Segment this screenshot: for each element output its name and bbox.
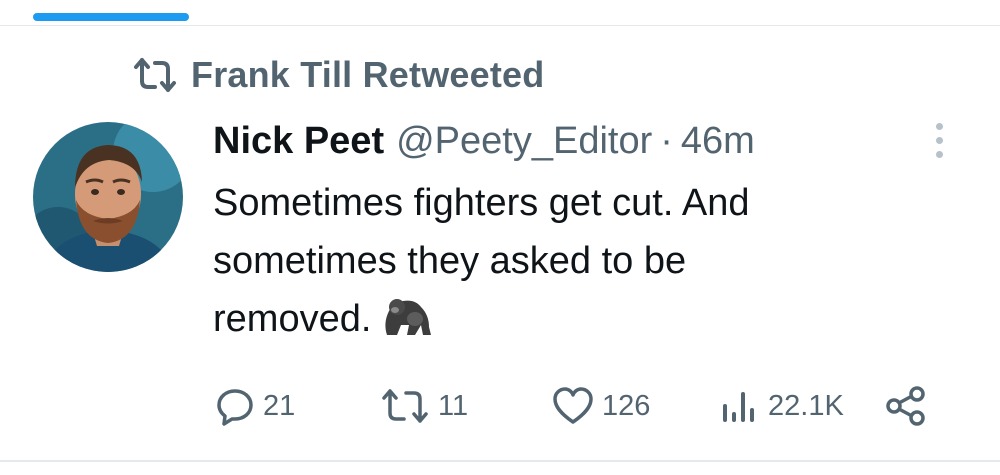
- like-icon: [553, 387, 593, 424]
- display-name[interactable]: Nick Peet: [213, 116, 384, 166]
- tweet-text: Sometimes fighters get cut. And sometime…: [213, 174, 913, 348]
- retweet-count: 11: [438, 389, 469, 422]
- tweet-text-line-3: removed.: [213, 298, 372, 340]
- more-icon[interactable]: [930, 123, 950, 159]
- retweet-icon: [382, 389, 428, 423]
- tweet-header: Nick Peet @Peety_Editor · 46m: [213, 116, 755, 166]
- views-count: 22.1K: [768, 389, 844, 422]
- tweet-text-line: removed.: [213, 290, 913, 348]
- share-button[interactable]: [884, 386, 928, 426]
- tweet-text-line: Sometimes fighters get cut. And: [213, 182, 750, 224]
- like-count: 126: [602, 389, 651, 422]
- separator: ·: [660, 120, 673, 162]
- like-button[interactable]: 126: [552, 386, 650, 426]
- gorilla-emoji-icon: [385, 299, 432, 335]
- tweet-actions: 21 11 126 22.1K: [0, 386, 1000, 428]
- retweet-icon: [134, 58, 176, 92]
- user-handle[interactable]: @Peety_Editor: [396, 116, 652, 166]
- top-divider: [0, 25, 1000, 26]
- avatar[interactable]: [33, 122, 183, 272]
- views-icon: [723, 392, 754, 422]
- reply-count: 21: [263, 389, 296, 422]
- reply-icon: [217, 389, 253, 426]
- tweet-text-line: sometimes they asked to be: [213, 240, 687, 282]
- views-button[interactable]: 22.1K: [718, 386, 844, 426]
- retweet-button[interactable]: 11: [380, 386, 468, 426]
- retweeted-by-label[interactable]: Frank Till Retweeted: [191, 54, 544, 96]
- share-icon: [886, 386, 925, 426]
- timestamp[interactable]: 46m: [681, 116, 755, 166]
- active-tab-indicator: [33, 13, 189, 21]
- reply-button[interactable]: 21: [215, 386, 295, 426]
- retweet-context[interactable]: Frank Till Retweeted: [133, 54, 544, 96]
- bottom-divider: [0, 460, 1000, 462]
